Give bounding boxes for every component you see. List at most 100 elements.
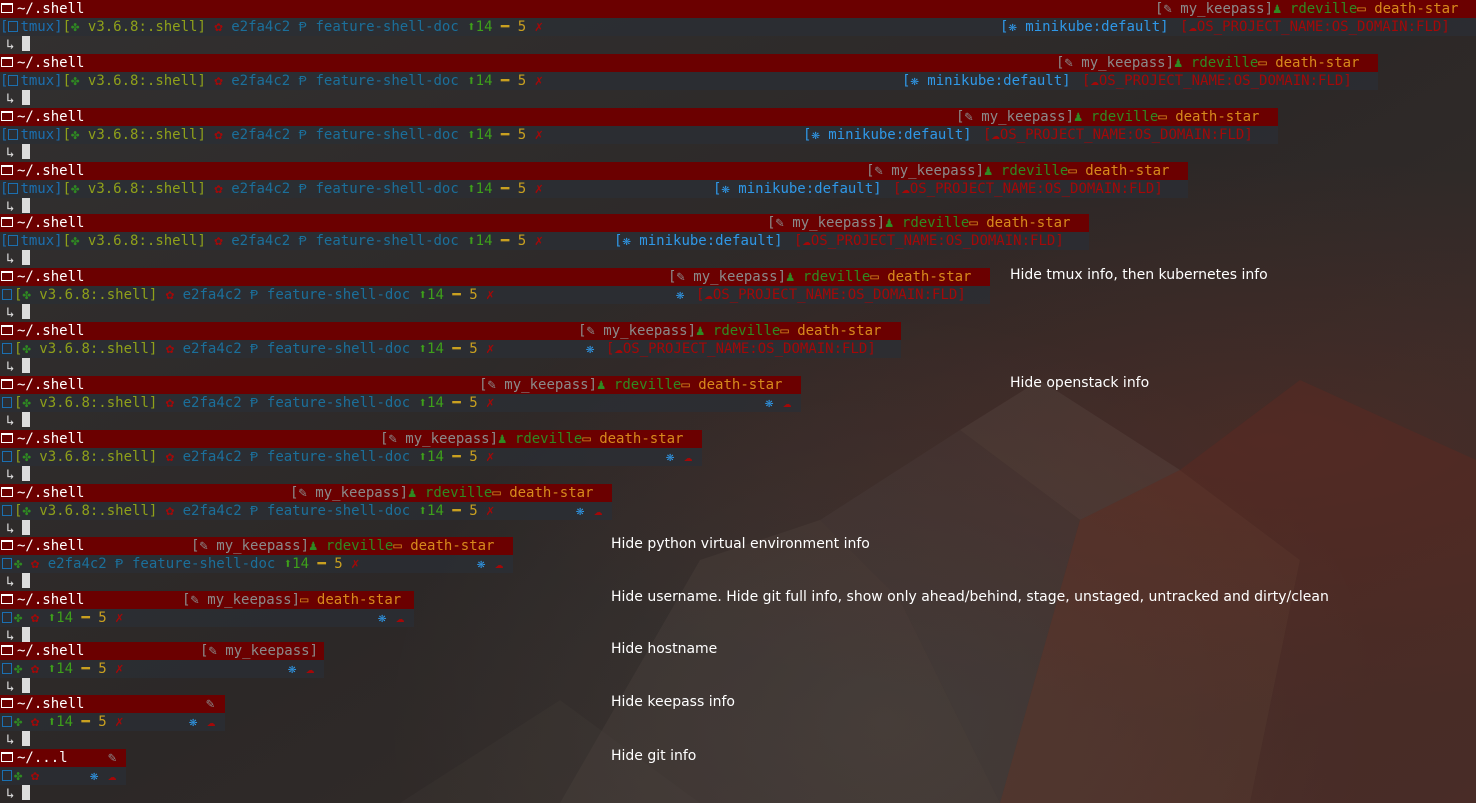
- key-icon: ✎: [586, 323, 595, 339]
- kube-segment: [❋ minikube:default]: [1000, 18, 1169, 36]
- dir-segment: ~/.shell: [0, 592, 84, 608]
- hostname-label: death-star: [590, 431, 684, 447]
- folder-open-icon: [1, 540, 13, 550]
- folder-open-icon: [1, 594, 13, 604]
- git-dirty-mark: ✗: [526, 181, 544, 197]
- status-left: [tmux][✤ v3.6.8:.shell] ✿ e2fa4c2 Ᵽ feat…: [0, 233, 543, 249]
- cloud-icon: ☁: [684, 449, 693, 465]
- text-cursor[interactable]: [22, 90, 31, 105]
- branch-icon: Ᵽ: [290, 181, 308, 197]
- arrow-up-icon: ⬆: [275, 556, 293, 572]
- input-line: ↳: [0, 412, 31, 430]
- status-line: ✤ ✿ ⬆14 ━ 5 ✗ ❋ ☁: [0, 660, 324, 678]
- text-cursor[interactable]: [22, 520, 31, 535]
- text-cursor[interactable]: [22, 304, 31, 319]
- text-cursor[interactable]: [22, 250, 31, 265]
- text-cursor[interactable]: [22, 731, 31, 746]
- cloud-icon: ☁: [1188, 19, 1197, 35]
- git-ahead-count: 14: [427, 287, 444, 303]
- directory-label: ~/.shell: [17, 215, 85, 231]
- input-line: ↳: [0, 250, 31, 268]
- keepass-bracket-right: ]: [687, 323, 697, 339]
- keepass-label: my_keepass: [198, 592, 292, 608]
- openstack-bracket-right: ]: [1441, 19, 1450, 35]
- input-line: ↳: [0, 466, 31, 484]
- helm-icon: ❋: [811, 127, 820, 143]
- columns-icon: [2, 770, 12, 781]
- monitor-icon: ▭: [780, 323, 789, 339]
- branch-icon: Ᵽ: [241, 287, 259, 303]
- python-bracket-right: ]: [197, 127, 206, 143]
- tmux-bracket-left: [: [0, 181, 9, 197]
- text-cursor[interactable]: [22, 678, 31, 693]
- python-icon: ✤: [22, 395, 31, 411]
- dir-segment: ~/.shell: [0, 55, 84, 71]
- status-line: [tmux][✤ v3.6.8:.shell] ✿ e2fa4c2 Ᵽ feat…: [0, 126, 1278, 144]
- text-cursor[interactable]: [22, 627, 31, 642]
- dir-segment: ~/.shell: [0, 215, 84, 231]
- status-line: ✤ ✿ ⬆14 ━ 5 ✗ ❋ ☁: [0, 609, 414, 627]
- python-bracket-left: [: [62, 233, 72, 249]
- git-staged-count: 5: [460, 341, 478, 357]
- key-icon: ✎: [1064, 55, 1073, 71]
- prompt-line: ~/.shell [✎ my_keepass]♟ rdeville▭ death-…: [0, 54, 1378, 72]
- git-dirty-mark: ✗: [526, 19, 544, 35]
- git-staged-count: 5: [460, 287, 478, 303]
- key-icon: ✎: [874, 163, 883, 179]
- status-line: [tmux][✤ v3.6.8:.shell] ✿ e2fa4c2 Ᵽ feat…: [0, 232, 1089, 250]
- columns-icon: [8, 183, 19, 194]
- prompt-line: ~/.shell [✎ my_keepass]♟ rdeville▭ death-…: [0, 430, 702, 448]
- git-hash-label: e2fa4c2: [174, 449, 242, 465]
- kube-bracket-right: ]: [1160, 19, 1169, 35]
- tmux-label: tmux: [20, 233, 55, 249]
- terminal[interactable]: ~/.shell [✎ my_keepass]♟ rdeville▭ death-…: [0, 0, 1476, 803]
- python-label: v3.6.8:.shell: [79, 73, 198, 89]
- columns-icon: [2, 397, 12, 408]
- cloud-icon: ☁: [396, 610, 405, 626]
- openstack-segment: [☁OS_PROJECT_NAME:OS_DOMAIN:FLD]: [606, 340, 876, 358]
- git-dirty-mark: ✗: [526, 73, 544, 89]
- kube-segment: ❋: [576, 502, 584, 520]
- dir-segment: ~/.shell: [0, 1, 84, 17]
- text-cursor[interactable]: [22, 573, 31, 588]
- text-cursor[interactable]: [22, 358, 31, 373]
- dash-icon: ━: [73, 610, 90, 626]
- openstack-bracket-right: ]: [867, 341, 876, 357]
- arrow-up-icon: ⬆: [410, 341, 428, 357]
- helm-icon: ❋: [378, 610, 387, 626]
- git-ahead-count: 14: [427, 341, 444, 357]
- hostname-label: death-star: [878, 269, 972, 285]
- hostname-label: death-star: [1266, 55, 1360, 71]
- text-cursor[interactable]: [22, 412, 31, 427]
- status-left: [✤ v3.6.8:.shell] ✿ e2fa4c2 Ᵽ feature-sh…: [0, 287, 494, 303]
- text-cursor[interactable]: [22, 466, 31, 481]
- tmux-bracket-right: ]: [54, 127, 63, 143]
- kube-segment: ❋: [666, 448, 674, 466]
- git-icon: ✿: [157, 503, 175, 519]
- helm-icon: ❋: [477, 556, 486, 572]
- prompt-right: [✎ my_keepass]♟ rdeville▭ death-star: [191, 537, 494, 555]
- prompt-right: [✎ my_keepass]♟ rdeville▭ death-star: [578, 322, 881, 340]
- dir-segment: ~/.shell: [0, 269, 84, 285]
- monitor-icon: ▭: [1068, 163, 1077, 179]
- text-cursor[interactable]: [22, 144, 31, 159]
- arrow-up-icon: ⬆: [410, 449, 428, 465]
- dash-icon: ━: [492, 19, 510, 35]
- text-cursor[interactable]: [22, 36, 31, 51]
- text-cursor[interactable]: [22, 785, 31, 800]
- hostname-label: death-star: [1365, 1, 1459, 17]
- git-branch-label: feature-shell-doc: [307, 127, 459, 143]
- input-line: ↳: [0, 731, 31, 749]
- text-cursor[interactable]: [22, 198, 31, 213]
- status-left: [tmux][✤ v3.6.8:.shell] ✿ e2fa4c2 Ᵽ feat…: [0, 181, 543, 197]
- status-line: [tmux][✤ v3.6.8:.shell] ✿ e2fa4c2 Ᵽ feat…: [0, 18, 1476, 36]
- folder-open-icon: [1, 165, 13, 175]
- git-branch-label: feature-shell-doc: [307, 233, 459, 249]
- keepass-label: my_keepass: [1072, 55, 1166, 71]
- keepass-label: my_keepass: [684, 269, 778, 285]
- hostname-label: death-star: [1076, 163, 1170, 179]
- directory-label: ~/.shell: [17, 696, 85, 712]
- git-dirty-mark: ✗: [477, 503, 495, 519]
- git-ahead-count: 14: [475, 73, 493, 89]
- prompt-arrow: ↳: [6, 145, 15, 161]
